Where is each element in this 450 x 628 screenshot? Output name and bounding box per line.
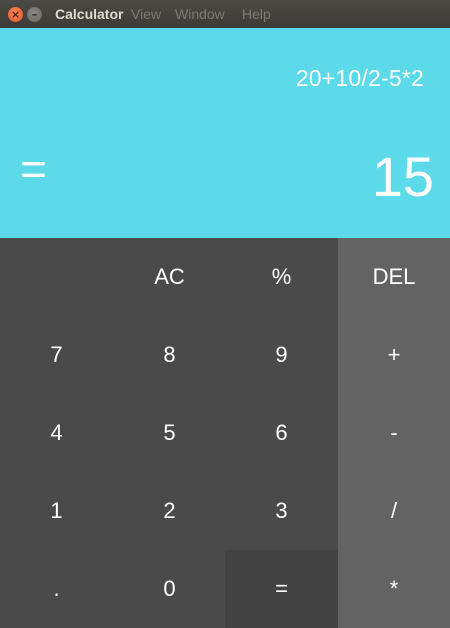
digit-5-button[interactable]: 5 xyxy=(113,394,226,472)
close-window-icon[interactable]: × xyxy=(8,7,23,22)
minus-button[interactable]: - xyxy=(338,394,450,472)
result-text: 15 xyxy=(371,145,434,208)
menu-view[interactable]: View xyxy=(131,6,161,22)
app-title: Calculator xyxy=(55,6,124,22)
equals-indicator: = xyxy=(20,143,47,195)
digit-3-button[interactable]: 3 xyxy=(225,472,338,550)
digit-0-button[interactable]: 0 xyxy=(113,550,226,628)
keypad: AC % DEL 7 8 9 + 4 5 6 - 1 2 3 / . 0 = * xyxy=(0,238,450,628)
minimize-window-icon[interactable]: – xyxy=(27,7,42,22)
digit-9-button[interactable]: 9 xyxy=(225,316,338,394)
digit-6-button[interactable]: 6 xyxy=(225,394,338,472)
digit-7-button[interactable]: 7 xyxy=(0,316,113,394)
calculator-display: 20+10/2-5*2 = 15 xyxy=(0,28,450,238)
digit-4-button[interactable]: 4 xyxy=(0,394,113,472)
menu-help[interactable]: Help xyxy=(242,6,271,22)
empty-key xyxy=(0,238,113,316)
equals-button[interactable]: = xyxy=(225,550,338,628)
divide-button[interactable]: / xyxy=(338,472,450,550)
percent-button[interactable]: % xyxy=(225,238,338,316)
multiply-button[interactable]: * xyxy=(338,550,450,628)
decimal-point-button[interactable]: . xyxy=(0,550,113,628)
digit-2-button[interactable]: 2 xyxy=(113,472,226,550)
expression-text: 20+10/2-5*2 xyxy=(295,65,424,91)
menu-window[interactable]: Window xyxy=(175,6,225,22)
delete-button[interactable]: DEL xyxy=(338,238,450,316)
plus-button[interactable]: + xyxy=(338,316,450,394)
clear-all-button[interactable]: AC xyxy=(113,238,226,316)
digit-1-button[interactable]: 1 xyxy=(0,472,113,550)
digit-8-button[interactable]: 8 xyxy=(113,316,226,394)
title-bar: × – Calculator View Window Help xyxy=(0,0,450,28)
